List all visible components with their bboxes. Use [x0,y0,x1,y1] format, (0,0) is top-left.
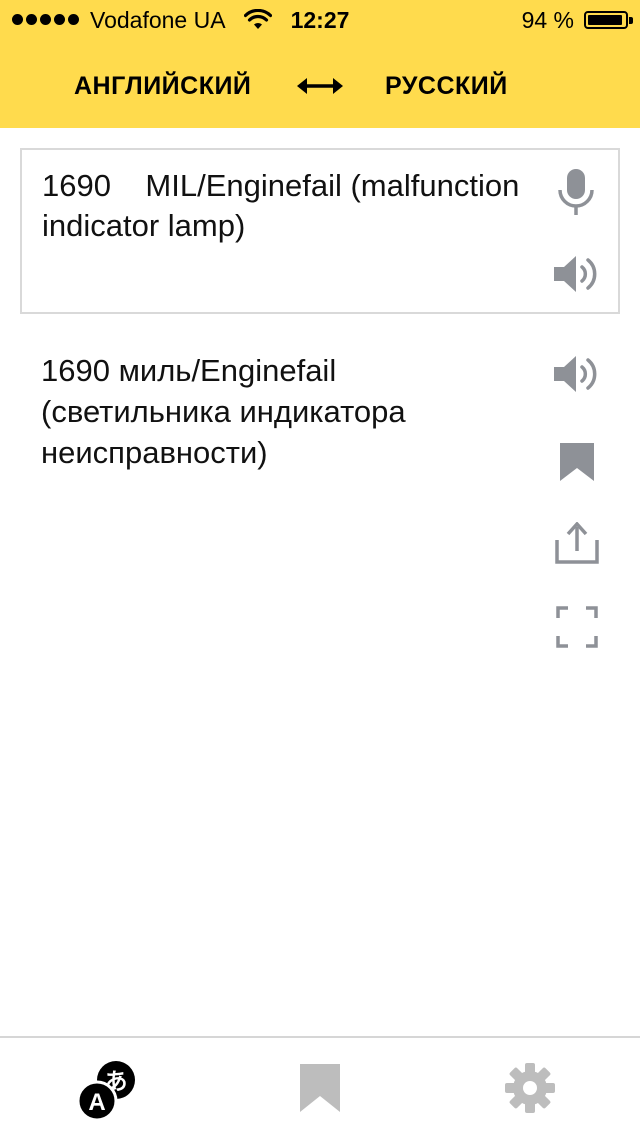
speaker-icon[interactable] [552,354,600,394]
tab-settings[interactable] [470,1038,590,1136]
svg-text:A: A [88,1089,105,1116]
share-icon[interactable] [555,522,599,564]
battery-icon [584,11,628,29]
status-bar: Vodafone UA 12:27 94 % [0,0,640,40]
header: Vodafone UA 12:27 94 % АНГЛИЙСКИЙ РУССКИ… [0,0,640,128]
tab-bar: あ A [0,1036,640,1136]
fullscreen-icon[interactable] [556,606,598,648]
input-box[interactable]: 1690 MIL/Enginefail (malfunction indicat… [20,148,620,314]
bookmark-icon [300,1064,340,1112]
tab-bookmarks[interactable] [260,1038,380,1136]
battery-percentage: 94 % [521,7,574,33]
translation-text: 1690 миль/Enginefail (светильника индика… [41,353,406,470]
speaker-icon[interactable] [552,254,600,294]
source-text-input[interactable]: 1690 MIL/Enginefail (malfunction indicat… [42,166,542,246]
translate-icon: あ A [76,1061,135,1122]
gear-icon [505,1063,555,1113]
swap-languages-icon[interactable] [297,74,343,98]
target-language-button[interactable]: РУССКИЙ [385,60,508,112]
battery-tip [629,17,633,24]
language-bar: АНГЛИЙСКИЙ РУССКИЙ [0,60,640,112]
microphone-icon[interactable] [556,168,596,216]
bookmark-icon[interactable] [559,443,595,481]
tab-translate[interactable]: あ A [46,1038,166,1136]
source-language-button[interactable]: АНГЛИЙСКИЙ [74,60,251,112]
